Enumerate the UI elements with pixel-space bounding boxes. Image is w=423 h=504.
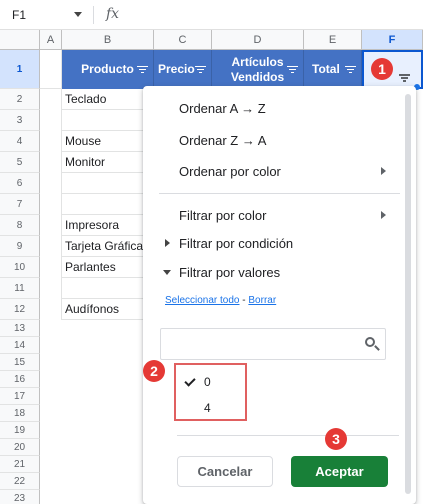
cell-a1[interactable]: [40, 50, 62, 89]
step-badge-3: 3: [325, 428, 347, 450]
value-option[interactable]: 4: [176, 399, 245, 417]
row-header[interactable]: 7: [0, 194, 40, 215]
value-option[interactable]: 0: [176, 373, 245, 391]
checkmark-icon[interactable]: [184, 375, 196, 387]
cell-b3[interactable]: [62, 110, 154, 131]
row-header[interactable]: 8: [0, 215, 40, 236]
cell-b7[interactable]: [62, 194, 154, 215]
value-options-highlight: 0 4: [174, 363, 247, 421]
header-cell-articulos[interactable]: Artículos Vendidos: [212, 50, 304, 89]
formula-bar: F1 fx: [0, 0, 423, 30]
filter-icon[interactable]: [195, 65, 206, 74]
header-label: Producto: [81, 62, 134, 76]
row-header-1[interactable]: 1: [0, 50, 40, 89]
menu-divider: [177, 435, 399, 436]
cancel-button[interactable]: Cancelar: [177, 456, 273, 487]
row-header[interactable]: 17: [0, 388, 40, 405]
menu-sort-za[interactable]: Ordenar Z → A: [179, 133, 266, 148]
value-option-label: 4: [204, 401, 211, 415]
cell-b9[interactable]: Tarjeta Gráfica: [62, 236, 154, 257]
header-label: Precio: [158, 62, 195, 76]
filter-popup: Ordenar A → Z Ordenar Z → A Ordenar por …: [143, 86, 416, 504]
step-badge-1: 1: [371, 58, 393, 80]
menu-filter-condition[interactable]: Filtrar por condición: [179, 236, 293, 251]
expand-right-icon[interactable]: [165, 239, 170, 247]
column-header-a[interactable]: A: [40, 30, 62, 50]
column-header-d[interactable]: D: [212, 30, 304, 50]
row-header[interactable]: 15: [0, 354, 40, 371]
column-header-b[interactable]: B: [62, 30, 154, 50]
cell-b2[interactable]: Teclado: [62, 89, 154, 110]
filter-icon[interactable]: [287, 65, 298, 74]
cell-b11[interactable]: [62, 278, 154, 299]
column-header-f[interactable]: F: [362, 30, 423, 50]
accept-button[interactable]: Aceptar: [291, 456, 388, 487]
row-header[interactable]: 14: [0, 337, 40, 354]
header-cell-producto[interactable]: Producto: [62, 50, 154, 89]
select-all-link[interactable]: Seleccionar todo: [165, 295, 240, 306]
row-header[interactable]: 6: [0, 173, 40, 194]
filter-icon[interactable]: [137, 65, 148, 74]
filter-icon[interactable]: [345, 65, 356, 74]
header-label: Artículos Vendidos: [230, 54, 285, 84]
row-header[interactable]: 10: [0, 257, 40, 278]
scrollbar[interactable]: [405, 94, 411, 494]
select-all-corner[interactable]: [0, 30, 40, 50]
row-header[interactable]: 23: [0, 490, 40, 504]
row-header[interactable]: 3: [0, 110, 40, 131]
search-icon[interactable]: [365, 337, 380, 351]
cell-b4[interactable]: Mouse: [62, 131, 154, 152]
submenu-arrow-icon: [381, 211, 386, 219]
cell-b6[interactable]: [62, 173, 154, 194]
header-label: Total: [312, 62, 340, 76]
row-header[interactable]: 22: [0, 473, 40, 490]
menu-sort-color[interactable]: Ordenar por color: [179, 164, 281, 179]
row-header[interactable]: 9: [0, 236, 40, 257]
column-a-cells[interactable]: [40, 89, 62, 320]
column-header-e[interactable]: E: [304, 30, 362, 50]
row-header[interactable]: 21: [0, 456, 40, 473]
row-header[interactable]: 2: [0, 89, 40, 110]
search-input[interactable]: [167, 333, 357, 355]
header-cell-precio[interactable]: Precio: [154, 50, 212, 89]
menu-divider: [159, 193, 400, 194]
collapse-down-icon[interactable]: [163, 270, 171, 275]
cell-b5[interactable]: Monitor: [62, 152, 154, 173]
menu-filter-values[interactable]: Filtrar por valores: [179, 265, 280, 280]
row-header[interactable]: 11: [0, 278, 40, 299]
row-header[interactable]: 18: [0, 405, 40, 422]
column-header-c[interactable]: C: [154, 30, 212, 50]
header-cell-total[interactable]: Total: [304, 50, 362, 89]
search-box[interactable]: [160, 328, 386, 360]
row-header[interactable]: 13: [0, 320, 40, 337]
name-box[interactable]: F1: [12, 8, 26, 22]
row-header[interactable]: 16: [0, 371, 40, 388]
row-header[interactable]: 12: [0, 299, 40, 320]
row-header[interactable]: 19: [0, 422, 40, 439]
selection-links: Seleccionar todo - Borrar: [165, 295, 276, 306]
clear-link[interactable]: Borrar: [248, 295, 276, 306]
fx-icon: fx: [106, 6, 120, 22]
value-option-label: 0: [204, 375, 211, 389]
submenu-arrow-icon: [381, 167, 386, 175]
menu-sort-az[interactable]: Ordenar A → Z: [179, 101, 266, 116]
cell-b10[interactable]: Parlantes: [62, 257, 154, 278]
step-badge-2: 2: [143, 360, 165, 382]
cell-b8[interactable]: Impresora: [62, 215, 154, 236]
row-header[interactable]: 20: [0, 439, 40, 456]
cell-b12[interactable]: Audífonos: [62, 299, 154, 320]
row-header[interactable]: 5: [0, 152, 40, 173]
row-header[interactable]: 4: [0, 131, 40, 152]
chevron-down-icon[interactable]: [74, 12, 82, 17]
formula-divider: [93, 6, 94, 24]
menu-filter-color[interactable]: Filtrar por color: [179, 208, 266, 223]
